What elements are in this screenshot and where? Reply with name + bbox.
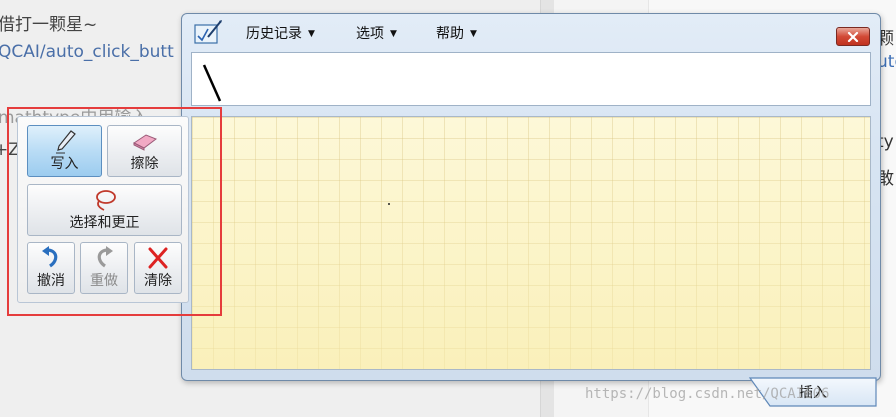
writing-pad[interactable] [191, 116, 871, 370]
background-text-line: QCAI/auto_click_butt [0, 42, 174, 62]
ink-dot [388, 203, 390, 205]
close-icon [847, 31, 859, 42]
menu-help-label: 帮助 [436, 26, 464, 42]
chevron-down-icon: ▼ [390, 29, 397, 39]
title-bar: 历史记录 ▼ 选项 ▼ 帮助 ▼ [182, 14, 880, 50]
menu-history[interactable]: 历史记录 ▼ [246, 23, 315, 43]
menu-history-label: 历史记录 [246, 26, 302, 42]
menu-help[interactable]: 帮助 ▼ [436, 23, 477, 43]
chevron-down-icon: ▼ [308, 29, 315, 39]
menu-options-label: 选项 [356, 26, 384, 42]
preview-area [191, 52, 871, 106]
watermark: https://blog.csdn.net/QCAI606 [585, 386, 830, 402]
chevron-down-icon: ▼ [470, 29, 477, 39]
background-text-line: 借打一颗星~ [0, 15, 98, 35]
math-input-app-icon [194, 20, 222, 44]
menu-options[interactable]: 选项 ▼ [356, 23, 397, 43]
highlight-box [7, 107, 222, 316]
close-button[interactable] [836, 27, 870, 46]
math-input-window: 历史记录 ▼ 选项 ▼ 帮助 ▼ [181, 13, 881, 381]
preview-stroke [202, 64, 222, 102]
